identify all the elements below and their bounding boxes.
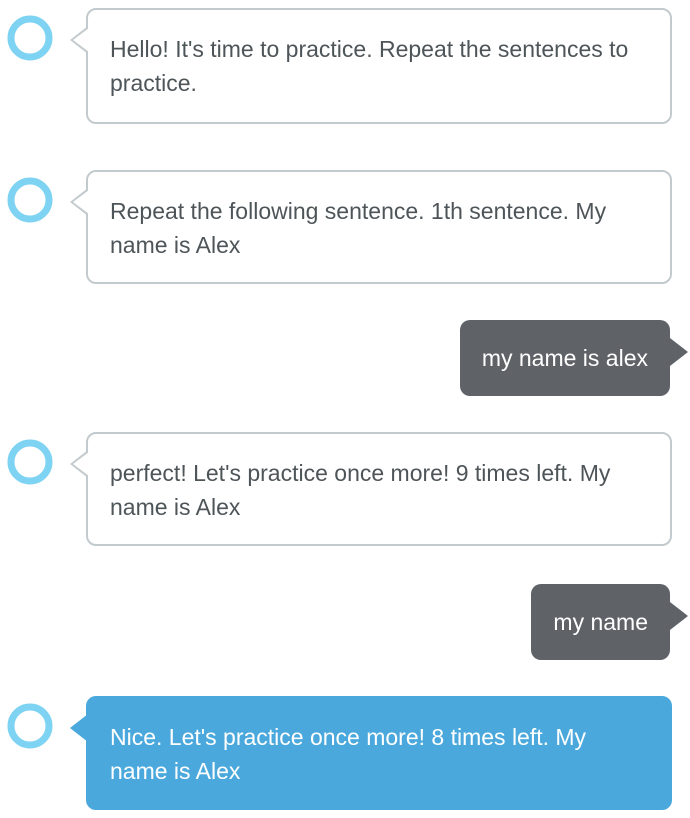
alexa-message-text: Hello! It's time to practice. Repeat the… [110, 36, 629, 96]
alexa-ring-icon [6, 14, 54, 62]
alexa-message-text: Nice. Let's practice once more! 8 times … [110, 724, 587, 784]
user-message-bubble: my name [531, 584, 688, 660]
message-row-user: my name is alex [0, 320, 690, 396]
alexa-message-bubble: Hello! It's time to practice. Repeat the… [70, 8, 672, 124]
message-row-alexa: Hello! It's time to practice. Repeat the… [0, 8, 690, 124]
alexa-ring-icon [6, 702, 54, 750]
alexa-message-bubble: Repeat the following sentence. 1th sente… [70, 170, 672, 284]
message-row-user: my name [0, 584, 690, 660]
alexa-ring-icon [6, 176, 54, 224]
message-row-alexa: perfect! Let's practice once more! 9 tim… [0, 432, 690, 546]
user-message-text: my name is alex [481, 345, 648, 371]
alexa-message-text: perfect! Let's practice once more! 9 tim… [110, 460, 611, 520]
alexa-message-bubble-active: Nice. Let's practice once more! 8 times … [70, 696, 672, 810]
user-message-bubble: my name is alex [459, 320, 688, 396]
message-row-alexa: Repeat the following sentence. 1th sente… [0, 170, 690, 284]
user-message-text: my name [553, 609, 648, 635]
alexa-message-bubble: perfect! Let's practice once more! 9 tim… [70, 432, 672, 546]
message-row-alexa: Nice. Let's practice once more! 8 times … [0, 696, 690, 810]
conversation-thread: Hello! It's time to practice. Repeat the… [0, 0, 690, 818]
alexa-ring-icon [6, 438, 54, 486]
alexa-message-text: Repeat the following sentence. 1th sente… [110, 198, 607, 258]
